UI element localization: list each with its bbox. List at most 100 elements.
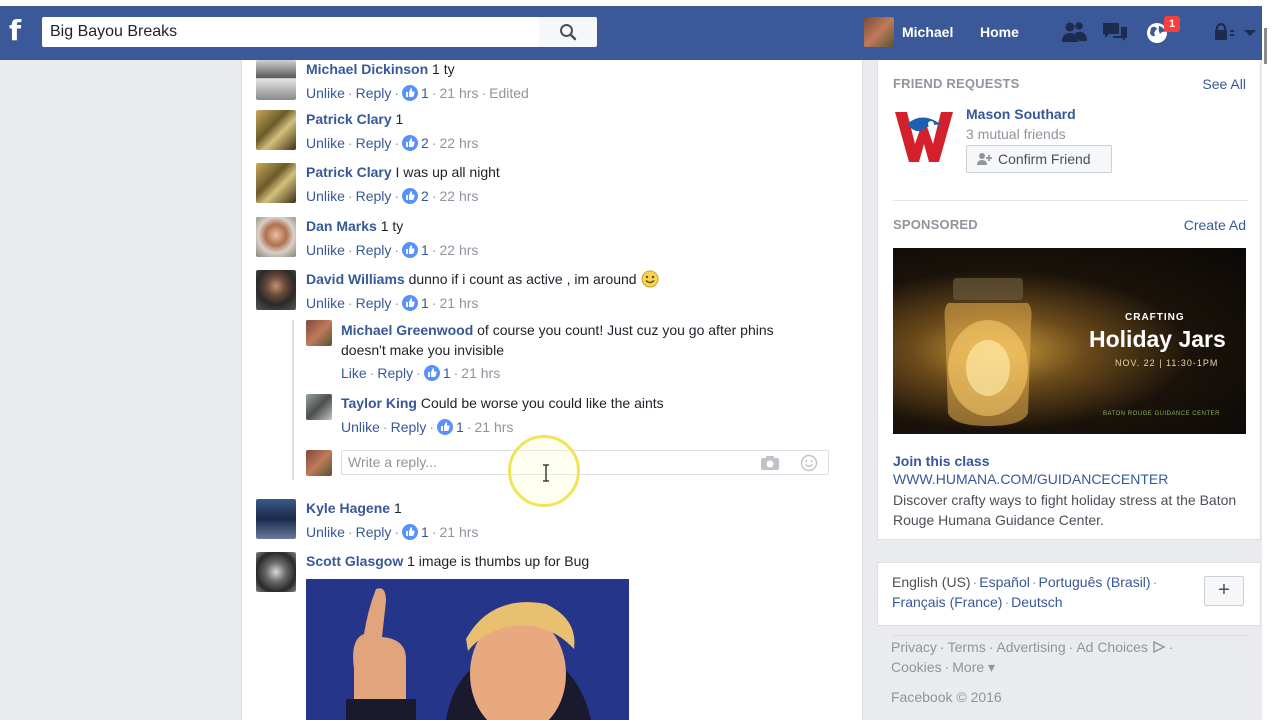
confirm-friend-button[interactable]: Confirm Friend [966,145,1112,173]
unlike-link[interactable]: Unlike [306,524,345,540]
comment-time[interactable]: 22 hrs [440,242,479,258]
friend-request-avatar[interactable] [893,104,955,166]
comment-time[interactable]: 21 hrs [440,524,479,540]
comment-time[interactable]: 21 hrs [440,85,479,101]
commenter-avatar[interactable] [256,60,296,100]
ad-url-link[interactable]: WWW.HUMANA.COM/GUIDANCECENTER [893,471,1168,487]
like-count-icon [402,524,419,540]
commenter-name[interactable]: Kyle Hagene [306,500,390,516]
privacy-lock-icon[interactable] [1210,20,1238,44]
notification-badge: 1 [1164,16,1180,32]
commenter-name[interactable]: Dan Marks [306,218,377,234]
reply-link[interactable]: Reply [356,85,392,101]
search-input[interactable]: Big Bayou Breaks [42,17,539,47]
commenter-avatar[interactable] [256,270,296,310]
like-count[interactable]: 1 [421,524,429,540]
facebook-logo[interactable]: f [9,16,33,46]
like-count[interactable]: 2 [421,188,429,204]
like-count-icon [402,135,419,151]
ad-image[interactable]: CRAFTING Holiday Jars NOV. 22 | 11:30-1P… [893,248,1246,434]
reply-link[interactable]: Reply [377,365,413,381]
commenter-name[interactable]: Patrick Clary [306,111,392,127]
camera-icon[interactable] [760,455,780,471]
unlike-link[interactable]: Unlike [306,295,345,311]
commenter-name[interactable]: Michael Dickinson [306,61,428,77]
terms-link[interactable]: Terms [948,639,986,655]
advertising-link[interactable]: Advertising [996,639,1065,655]
reply-link[interactable]: Reply [356,242,392,258]
comment-time[interactable]: 21 hrs [440,295,479,311]
replier-name[interactable]: Taylor King [341,395,417,411]
cookies-link[interactable]: Cookies [891,659,942,675]
replier-avatar[interactable] [306,320,332,346]
comment-photo-thumbs-up[interactable] [306,579,629,720]
unlike-link[interactable]: Unlike [306,242,345,258]
language-link-german[interactable]: Deutsch [1011,594,1062,610]
reply-time[interactable]: 21 hrs [475,419,514,435]
like-count[interactable]: 1 [456,419,464,435]
reply-link[interactable]: Reply [356,524,392,540]
ad-choices-link[interactable]: Ad Choices [1076,639,1148,655]
current-user-avatar [306,450,332,476]
reply-link[interactable]: Reply [356,135,392,151]
emoji-icon[interactable] [800,454,818,472]
like-count[interactable]: 1 [421,295,429,311]
like-count[interactable]: 1 [443,365,451,381]
chevron-down-icon[interactable] [1241,20,1259,44]
commenter-avatar[interactable] [256,217,296,257]
language-link-spanish[interactable]: Español [979,574,1030,590]
reply-link[interactable]: Reply [356,295,392,311]
like-count-icon [437,419,454,435]
like-count[interactable]: 1 [421,242,429,258]
reply-link[interactable]: Reply [391,419,427,435]
see-all-link[interactable]: See All [1202,76,1246,92]
scrollbar-thumb[interactable] [1264,28,1267,64]
comment-time[interactable]: 22 hrs [440,135,479,151]
ad-choices-icon[interactable] [1152,640,1166,654]
more-menu-link[interactable]: More ▾ [952,659,995,675]
ad-image-caption-top: CRAFTING [1125,312,1185,323]
commenter-name[interactable]: Scott Glasgow [306,553,403,569]
language-line-1: English (US) · Español · Português (Brasil) · [892,574,1158,590]
language-selector-card: English (US) · Español · Português (Brasil) ·… [877,562,1261,626]
unlike-link[interactable]: Unlike [306,85,345,101]
home-link[interactable]: Home [980,24,1019,40]
unlike-link[interactable]: Unlike [306,135,345,151]
messages-icon[interactable] [1101,20,1129,44]
replier-avatar[interactable] [306,394,332,420]
mutual-friends-count[interactable]: 3 mutual friends [966,126,1066,142]
user-avatar[interactable] [864,17,894,47]
like-count[interactable]: 2 [421,135,429,151]
privacy-link[interactable]: Privacy [891,639,937,655]
language-link-portuguese[interactable]: Português (Brasil) [1039,574,1151,590]
reply-link[interactable]: Reply [356,188,392,204]
page-scrollbar[interactable] [1262,0,1280,720]
friend-requests-icon[interactable] [1060,20,1088,44]
user-profile-link[interactable]: Michael [902,24,953,40]
comment-text: 1 ty [380,218,404,234]
commenter-avatar[interactable] [256,110,296,150]
like-count[interactable]: 1 [421,85,429,101]
confirm-friend-label: Confirm Friend [998,151,1091,167]
create-ad-link[interactable]: Create Ad [1184,217,1246,233]
comment-time[interactable]: 22 hrs [440,188,479,204]
ad-description[interactable]: Discover crafty ways to fight holiday st… [893,490,1248,530]
commenter-name[interactable]: Patrick Clary [306,164,392,180]
ad-title-link[interactable]: Join this class [893,453,989,469]
unlike-link[interactable]: Unlike [306,188,345,204]
language-link-french[interactable]: Français (France) [892,594,1002,610]
sponsored-title: SPONSORED [893,217,978,232]
reply-time[interactable]: 21 hrs [461,365,500,381]
replier-name[interactable]: Michael Greenwood [341,322,473,338]
friend-request-name[interactable]: Mason Southard [966,106,1076,122]
unlike-link[interactable]: Unlike [341,419,380,435]
write-reply-input[interactable]: Write a reply... [341,450,829,475]
search-button[interactable] [539,17,597,47]
more-languages-button[interactable]: + [1204,576,1244,606]
commenter-avatar[interactable] [256,499,296,539]
like-link[interactable]: Like [341,365,367,381]
commenter-avatar[interactable] [256,552,296,592]
commenter-name[interactable]: David Williams [306,271,405,287]
edited-label[interactable]: Edited [489,85,529,101]
commenter-avatar[interactable] [256,163,296,203]
